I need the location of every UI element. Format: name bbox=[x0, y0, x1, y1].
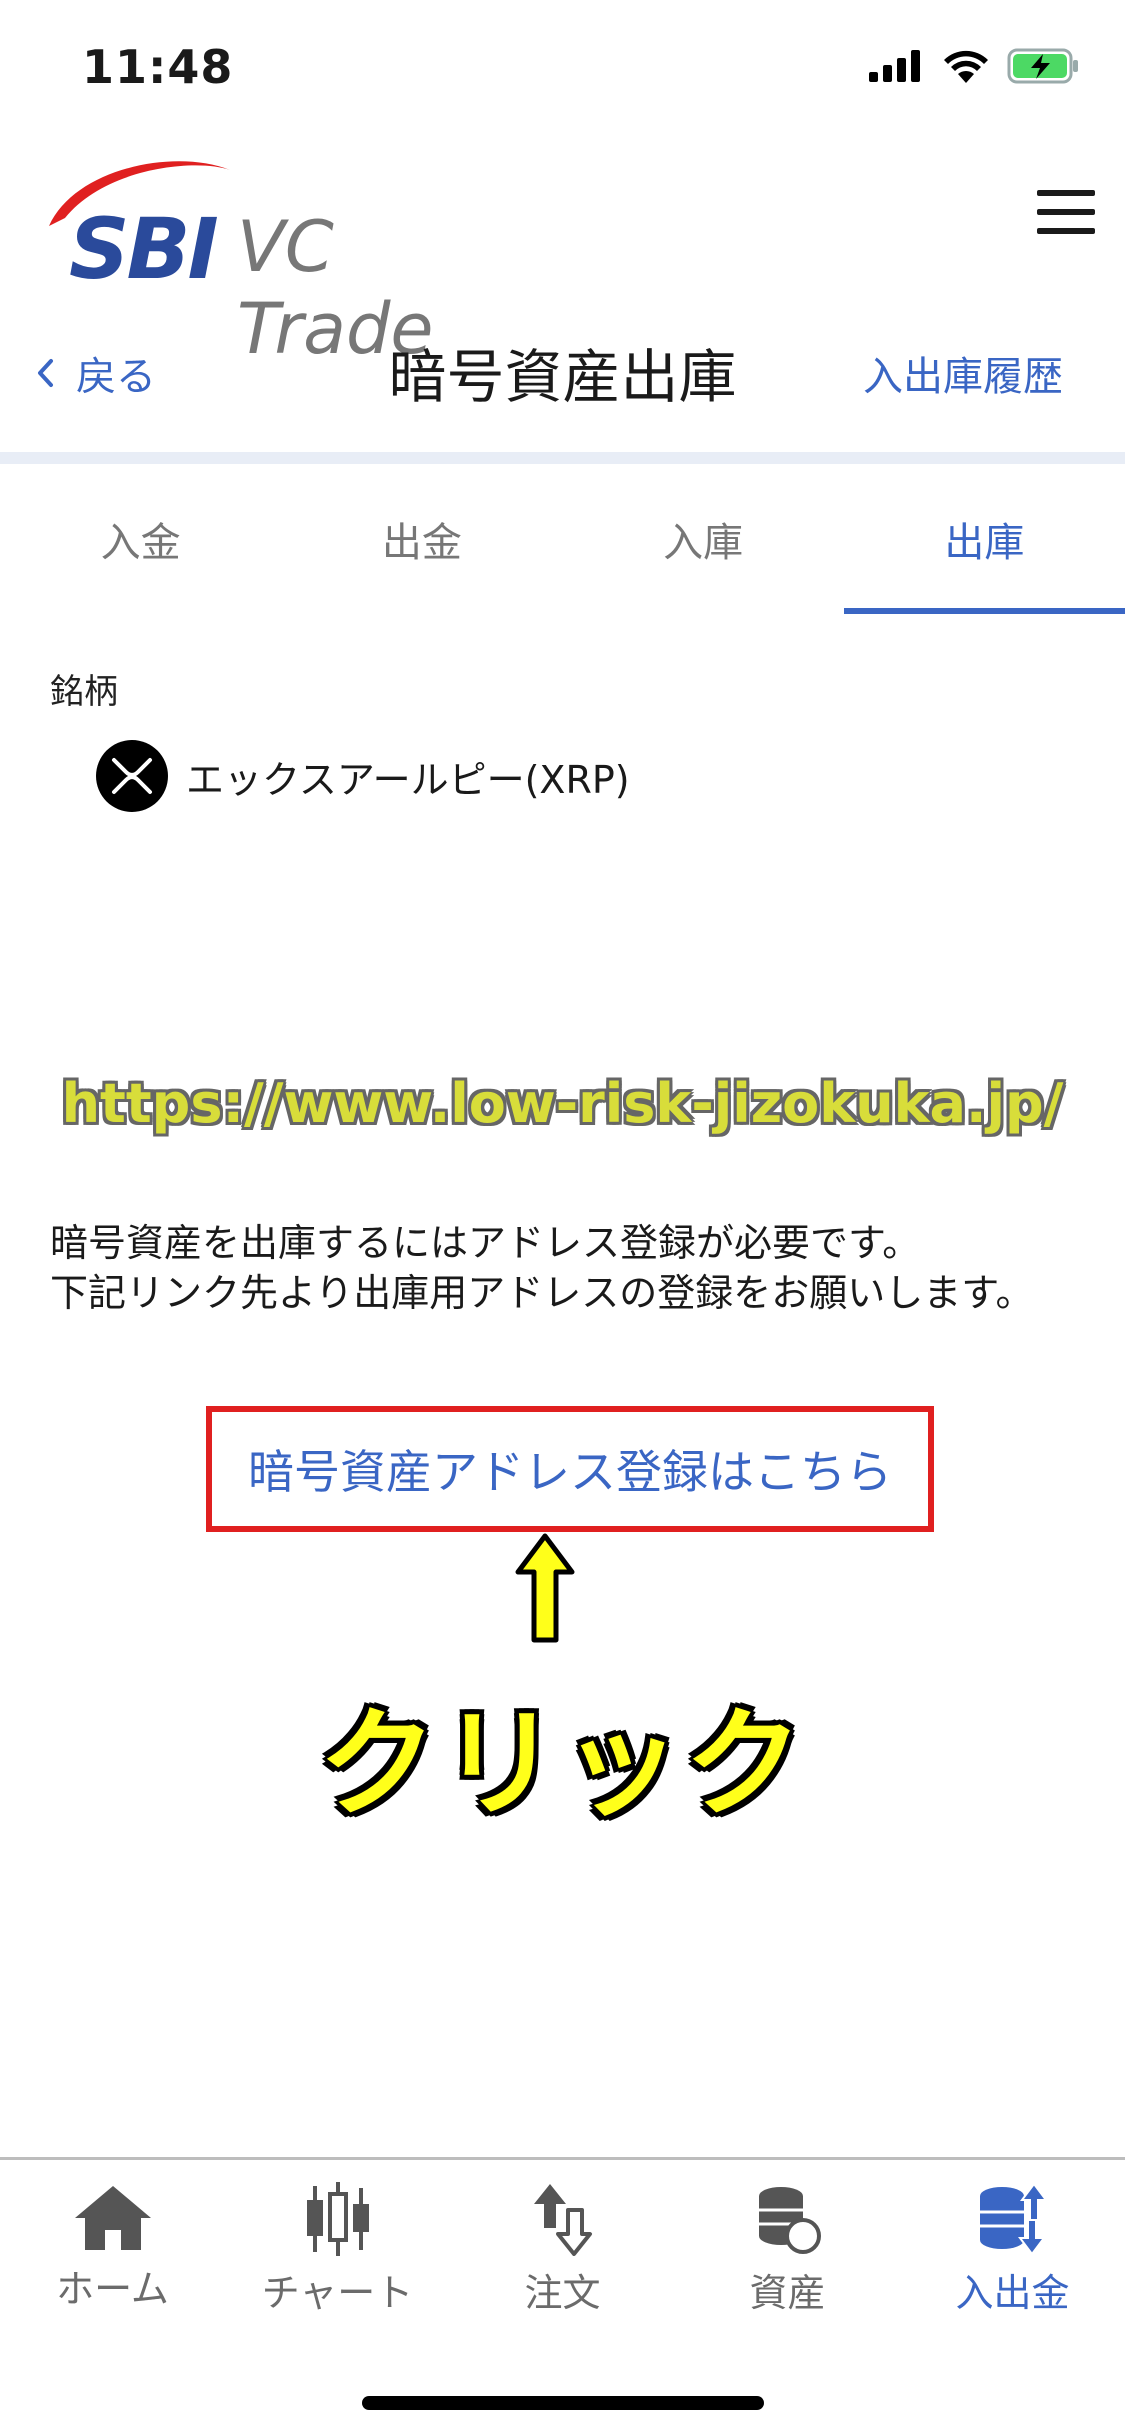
sbi-vc-trade-logo: SBI VC Trade bbox=[45, 148, 525, 370]
battery-charging-icon bbox=[1007, 48, 1078, 84]
status-icons bbox=[869, 48, 1081, 84]
history-link[interactable]: 入出庫履歴 bbox=[863, 344, 1063, 402]
tab-withdraw[interactable]: 出金 bbox=[281, 464, 562, 614]
order-arrows-icon bbox=[533, 2184, 592, 2256]
bottom-tab-label: チャート bbox=[261, 2271, 414, 2315]
tab-deposit[interactable]: 入金 bbox=[0, 464, 281, 614]
xrp-coin-icon bbox=[96, 740, 168, 812]
coin-row: エックスアールピー(XRP) bbox=[96, 740, 630, 812]
address-register-link[interactable]: 暗号資産アドレス登録はこちら bbox=[248, 1436, 892, 1502]
logo-brand: SBI bbox=[69, 200, 219, 298]
coin-name: エックスアールピー(XRP) bbox=[186, 757, 630, 802]
wifi-icon bbox=[944, 50, 988, 83]
bottom-tab-label: 資産 bbox=[749, 2271, 826, 2315]
click-annotation: クリック bbox=[318, 1695, 807, 1833]
home-indicator bbox=[362, 2396, 764, 2410]
status-bar: 11:48 bbox=[0, 0, 1125, 135]
hamburger-menu-icon[interactable] bbox=[1037, 190, 1095, 234]
cellular-signal-icon bbox=[869, 50, 920, 82]
home-icon bbox=[74, 2186, 151, 2250]
address-notice: 暗号資産を出庫するにはアドレス登録が必要です。 下記リンク先より出庫用アドレスの… bbox=[50, 1218, 1080, 1318]
bottom-tab-label: 入出金 bbox=[955, 2271, 1070, 2315]
status-time: 11:48 bbox=[82, 40, 234, 94]
bottom-tab-order[interactable]: 注文 bbox=[450, 2160, 675, 2350]
bottom-tab-chart[interactable]: チャート bbox=[225, 2160, 450, 2350]
bottom-tab-home[interactable]: ホーム bbox=[0, 2160, 225, 2350]
tab-receive[interactable]: 入庫 bbox=[563, 464, 844, 614]
register-link-highlight: 暗号資産アドレス登録はこちら bbox=[206, 1406, 934, 1532]
bottom-tab-bar: ホーム チャート 注文 資産 入出金 bbox=[0, 2157, 1125, 2436]
coins-icon bbox=[758, 2187, 821, 2254]
bottom-tab-label: ホーム bbox=[56, 2267, 169, 2311]
bottom-tab-label: 注文 bbox=[524, 2271, 601, 2315]
coin-field-label: 銘柄 bbox=[50, 672, 118, 712]
notice-line-1: 暗号資産を出庫するにはアドレス登録が必要です。 bbox=[50, 1221, 921, 1265]
watermark-url: https://www.low-risk-jizokuka.jp/ bbox=[61, 1072, 1064, 1135]
notice-line-2: 下記リンク先より出庫用アドレスの登録をお願いします。 bbox=[50, 1271, 1034, 1315]
transfer-tabs: 入金 出金 入庫 出庫 bbox=[0, 464, 1125, 614]
candlestick-chart-icon bbox=[306, 2182, 369, 2256]
divider bbox=[0, 452, 1125, 464]
deposit-withdraw-icon bbox=[979, 2182, 1048, 2256]
nav-bar: 戻る 暗号資産出庫 入出庫履歴 bbox=[0, 310, 1125, 430]
bottom-tab-deposit-withdraw[interactable]: 入出金 bbox=[900, 2160, 1125, 2350]
arrow-up-icon bbox=[515, 1533, 575, 1643]
tab-send[interactable]: 出庫 bbox=[843, 464, 1125, 614]
app-header: SBI VC Trade bbox=[0, 140, 1125, 370]
bottom-tab-assets[interactable]: 資産 bbox=[675, 2160, 900, 2350]
